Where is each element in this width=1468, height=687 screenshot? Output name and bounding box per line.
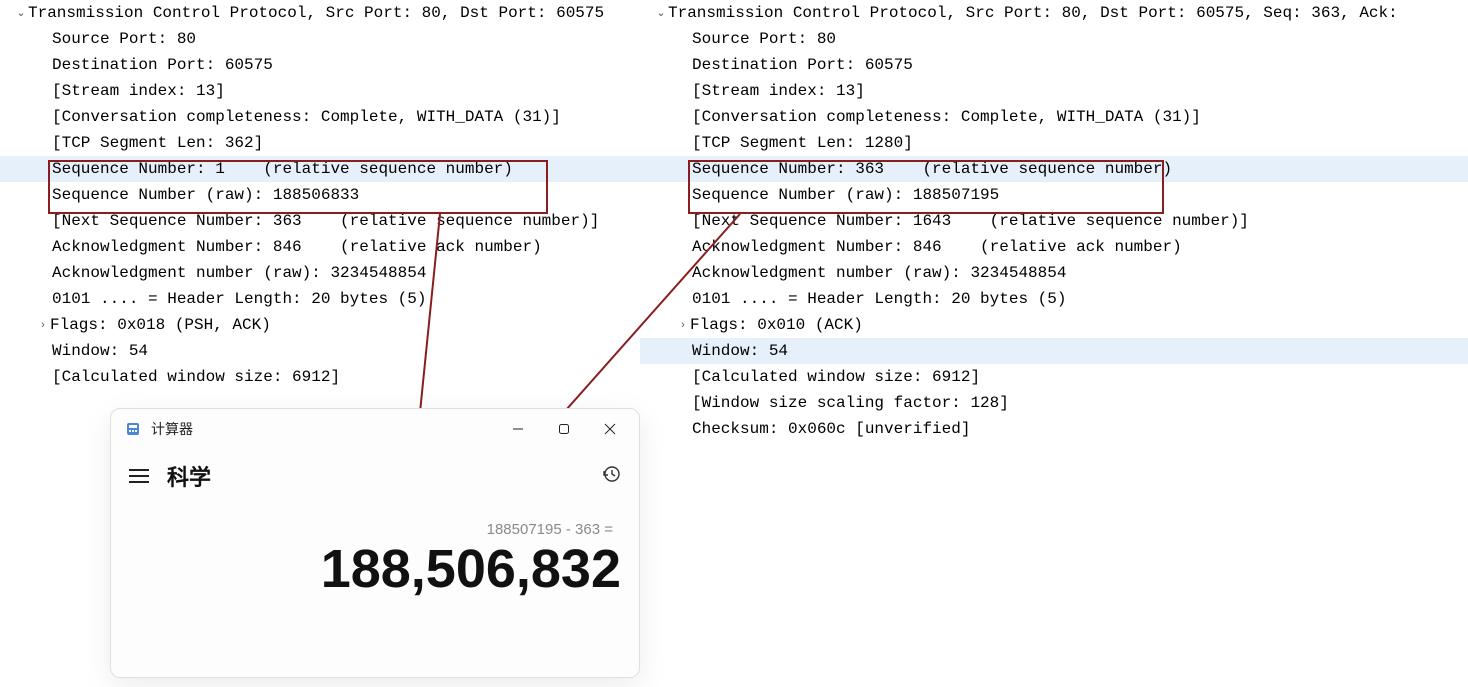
flags-row[interactable]: ›Flags: 0x018 (PSH, ACK) — [0, 312, 640, 338]
flags-text: Flags: 0x010 (ACK) — [690, 316, 863, 334]
field-source-port[interactable]: Source Port: 80 — [640, 26, 1468, 52]
flags-text: Flags: 0x018 (PSH, ACK) — [50, 316, 271, 334]
tcp-header-row[interactable]: ⌄Transmission Control Protocol, Src Port… — [640, 0, 1468, 26]
field-destination-port[interactable]: Destination Port: 60575 — [640, 52, 1468, 78]
field-conversation-completeness[interactable]: [Conversation completeness: Complete, WI… — [0, 104, 640, 130]
history-icon — [601, 464, 621, 484]
maximize-icon — [558, 423, 570, 435]
field-next-sequence-number[interactable]: [Next Sequence Number: 363 (relative seq… — [0, 208, 640, 234]
field-sequence-number[interactable]: Sequence Number: 363 (relative sequence … — [640, 156, 1468, 182]
field-conversation-completeness[interactable]: [Conversation completeness: Complete, WI… — [640, 104, 1468, 130]
calculator-title: 计算器 — [151, 419, 495, 439]
field-calculated-window-size[interactable]: [Calculated window size: 6912] — [640, 364, 1468, 390]
packet-details-right: ⌄Transmission Control Protocol, Src Port… — [640, 0, 1468, 442]
hamburger-icon — [129, 469, 149, 471]
calculator-mode-row: 科学 — [111, 449, 639, 497]
field-acknowledgment-number[interactable]: Acknowledgment Number: 846 (relative ack… — [640, 234, 1468, 260]
chevron-down-icon: ⌄ — [654, 1, 668, 25]
field-header-length[interactable]: 0101 .... = Header Length: 20 bytes (5) — [640, 286, 1468, 312]
chevron-right-icon: › — [676, 313, 690, 337]
tcp-header-text: Transmission Control Protocol, Src Port:… — [28, 4, 604, 22]
field-acknowledgment-number-raw[interactable]: Acknowledgment number (raw): 3234548854 — [640, 260, 1468, 286]
chevron-down-icon: ⌄ — [14, 1, 28, 25]
field-window[interactable]: Window: 54 — [0, 338, 640, 364]
calculator-titlebar[interactable]: 计算器 — [111, 409, 639, 449]
history-button[interactable] — [601, 464, 621, 489]
field-tcp-segment-len[interactable]: [TCP Segment Len: 1280] — [640, 130, 1468, 156]
chevron-right-icon: › — [36, 313, 50, 337]
field-destination-port[interactable]: Destination Port: 60575 — [0, 52, 640, 78]
minimize-icon — [512, 423, 524, 435]
field-sequence-number-raw[interactable]: Sequence Number (raw): 188506833 — [0, 182, 640, 208]
field-header-length[interactable]: 0101 .... = Header Length: 20 bytes (5) — [0, 286, 640, 312]
field-tcp-segment-len[interactable]: [TCP Segment Len: 362] — [0, 130, 640, 156]
field-window-size-scaling-factor[interactable]: [Window size scaling factor: 128] — [640, 390, 1468, 416]
field-window[interactable]: Window: 54 — [640, 338, 1468, 364]
field-sequence-number-raw[interactable]: Sequence Number (raw): 188507195 — [640, 182, 1468, 208]
window-controls — [495, 413, 633, 445]
menu-button[interactable] — [129, 465, 151, 487]
tcp-header-text: Transmission Control Protocol, Src Port:… — [668, 4, 1398, 22]
field-sequence-number[interactable]: Sequence Number: 1 (relative sequence nu… — [0, 156, 640, 182]
tcp-header-row[interactable]: ⌄Transmission Control Protocol, Src Port… — [0, 0, 640, 26]
field-stream-index[interactable]: [Stream index: 13] — [0, 78, 640, 104]
field-calculated-window-size[interactable]: [Calculated window size: 6912] — [0, 364, 640, 390]
packet-details-left: ⌄Transmission Control Protocol, Src Port… — [0, 0, 640, 390]
calculator-mode: 科学 — [167, 460, 601, 492]
flags-row[interactable]: ›Flags: 0x010 (ACK) — [640, 312, 1468, 338]
field-checksum[interactable]: Checksum: 0x060c [unverified] — [640, 416, 1468, 442]
calculator-expression: 188507195 - 363 = — [111, 497, 639, 538]
calculator-app-icon — [125, 421, 141, 437]
calculator-result[interactable]: 188,506,832 — [111, 538, 639, 600]
field-source-port[interactable]: Source Port: 80 — [0, 26, 640, 52]
field-stream-index[interactable]: [Stream index: 13] — [640, 78, 1468, 104]
calculator-window: 计算器 科学 188507195 - 363 = — [110, 408, 640, 678]
field-acknowledgment-number-raw[interactable]: Acknowledgment number (raw): 3234548854 — [0, 260, 640, 286]
close-icon — [604, 423, 616, 435]
field-next-sequence-number[interactable]: [Next Sequence Number: 1643 (relative se… — [640, 208, 1468, 234]
field-acknowledgment-number[interactable]: Acknowledgment Number: 846 (relative ack… — [0, 234, 640, 260]
minimize-button[interactable] — [495, 413, 541, 445]
maximize-button[interactable] — [541, 413, 587, 445]
close-button[interactable] — [587, 413, 633, 445]
